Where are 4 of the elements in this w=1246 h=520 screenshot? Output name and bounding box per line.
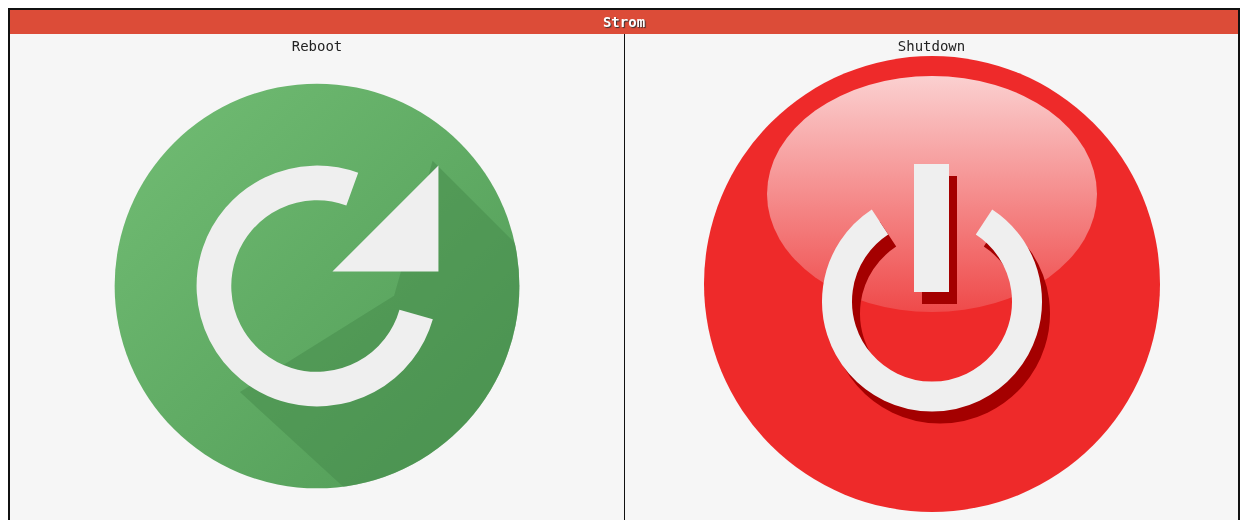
action-label: Shutdown — [897, 38, 966, 54]
panel-title: Strom — [602, 14, 646, 30]
action-label: Reboot — [291, 38, 343, 54]
power-icon[interactable] — [701, 54, 1162, 514]
